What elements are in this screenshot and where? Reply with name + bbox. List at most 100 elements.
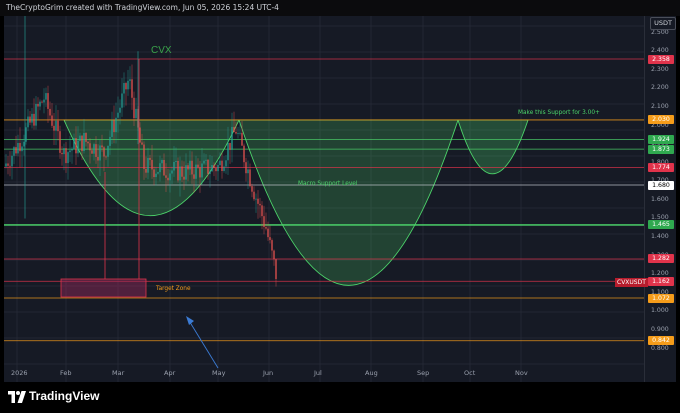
candle-body bbox=[117, 112, 119, 118]
candle-body bbox=[253, 191, 255, 200]
candle-body bbox=[99, 145, 101, 161]
target-zone-box bbox=[60, 278, 147, 298]
time-tick: May bbox=[212, 369, 226, 377]
candle-body bbox=[81, 135, 83, 152]
candle-body bbox=[199, 167, 201, 178]
price-axis[interactable]: 2.5002.4002.3002.2002.1002.0001.9001.800… bbox=[644, 16, 676, 382]
candle-body bbox=[159, 163, 161, 173]
candle-body bbox=[239, 132, 241, 134]
candle-body bbox=[5, 163, 7, 167]
candle-body bbox=[53, 125, 55, 131]
candle-body bbox=[173, 161, 175, 171]
footer: TradingView bbox=[0, 382, 680, 413]
price-tick: 0.900 bbox=[651, 325, 669, 333]
candle-body bbox=[71, 148, 73, 151]
candle-body bbox=[247, 169, 249, 174]
candle-body bbox=[111, 120, 113, 137]
candle-body bbox=[221, 160, 223, 172]
arrow-head bbox=[186, 316, 194, 325]
candle-body bbox=[209, 171, 211, 174]
candle-body bbox=[235, 132, 237, 134]
macro-support-label: Macro Support Level bbox=[298, 181, 358, 187]
candle-body bbox=[25, 127, 27, 142]
candle-body bbox=[87, 141, 89, 144]
time-axis[interactable]: 2026 Feb Mar Apr May Jun Jul Aug Sep Oct Nov bbox=[4, 366, 644, 382]
price-level-label: 1.072 bbox=[648, 293, 674, 303]
price-level-label: 1.680 bbox=[648, 180, 674, 190]
candle-body bbox=[243, 145, 245, 163]
candle-body bbox=[65, 148, 67, 164]
candle-body bbox=[127, 80, 129, 90]
candle-body bbox=[271, 240, 273, 251]
price-level-label: 2.358 bbox=[648, 54, 674, 64]
candle-body bbox=[225, 160, 227, 167]
time-tick: Mar bbox=[112, 369, 125, 377]
candle-body bbox=[223, 166, 225, 172]
price-level-label: 1.282 bbox=[648, 254, 674, 264]
chart-header: TheCryptoGrim created with TradingView.c… bbox=[0, 0, 680, 16]
time-tick: Jun bbox=[263, 369, 274, 377]
candle-body bbox=[101, 145, 103, 148]
candle-body bbox=[195, 164, 197, 179]
candle-body bbox=[37, 103, 39, 107]
time-tick: Apr bbox=[164, 369, 176, 377]
price-tick: 2.400 bbox=[651, 47, 669, 55]
candle-body bbox=[43, 99, 45, 103]
candle-body bbox=[85, 133, 87, 142]
candle-body bbox=[57, 120, 59, 132]
candle-body bbox=[49, 108, 51, 116]
candle-body bbox=[39, 101, 41, 107]
candle-body bbox=[129, 79, 131, 81]
price-tick: 1.600 bbox=[651, 195, 669, 203]
candle-body bbox=[51, 115, 53, 126]
candle-body bbox=[251, 186, 253, 192]
candle-body bbox=[9, 165, 11, 167]
time-tick: Sep bbox=[417, 369, 430, 377]
candle-body bbox=[73, 138, 75, 149]
candle-body bbox=[143, 144, 145, 169]
candle-body bbox=[273, 250, 275, 260]
candle-body bbox=[7, 163, 9, 166]
candle-body bbox=[109, 136, 111, 146]
candle-body bbox=[77, 140, 79, 154]
candle-body bbox=[175, 160, 177, 162]
candle-body bbox=[205, 159, 207, 161]
candle-body bbox=[69, 150, 71, 153]
candle-body bbox=[181, 166, 183, 177]
candle-body bbox=[145, 168, 147, 173]
chart-pane[interactable]: CVX Target Zone Macro Support Level Make… bbox=[4, 16, 644, 382]
candle-body bbox=[213, 164, 215, 169]
candle-body bbox=[267, 228, 269, 238]
candle-body bbox=[149, 157, 151, 160]
candle-body bbox=[23, 141, 25, 147]
symbol-price-tag: CVXUSDT bbox=[615, 278, 648, 287]
candle-body bbox=[219, 160, 221, 166]
candle-body bbox=[17, 142, 19, 154]
make-support-label: Make this Support for 3.00+ bbox=[518, 110, 600, 116]
price-tick: 0.800 bbox=[651, 344, 669, 352]
price-tick: 1.400 bbox=[651, 233, 669, 241]
price-level-label: 1.162 bbox=[648, 276, 674, 286]
candle-body bbox=[125, 83, 127, 90]
candle-body bbox=[121, 93, 123, 108]
price-level-label: 1.924 bbox=[648, 135, 674, 145]
currency-button[interactable]: USDT bbox=[650, 17, 676, 30]
candle-body bbox=[31, 113, 33, 123]
price-tick: 2.300 bbox=[651, 65, 669, 73]
price-level-label: 1.465 bbox=[648, 220, 674, 230]
candle-body bbox=[263, 216, 265, 228]
price-level-label: 1.873 bbox=[648, 144, 674, 154]
candle-body bbox=[179, 166, 181, 181]
price-level-label: 1.774 bbox=[648, 163, 674, 173]
time-tick: Nov bbox=[515, 369, 528, 377]
candle-body bbox=[217, 165, 219, 172]
candle-body bbox=[165, 175, 167, 178]
candle-body bbox=[185, 165, 187, 180]
chart-canvas[interactable] bbox=[4, 16, 644, 382]
candle-body bbox=[135, 108, 137, 119]
candle-body bbox=[177, 160, 179, 181]
candle-body bbox=[75, 138, 77, 154]
arrow-shaft bbox=[187, 318, 219, 369]
price-level-label: 2.030 bbox=[648, 115, 674, 125]
candle-body bbox=[89, 143, 91, 151]
